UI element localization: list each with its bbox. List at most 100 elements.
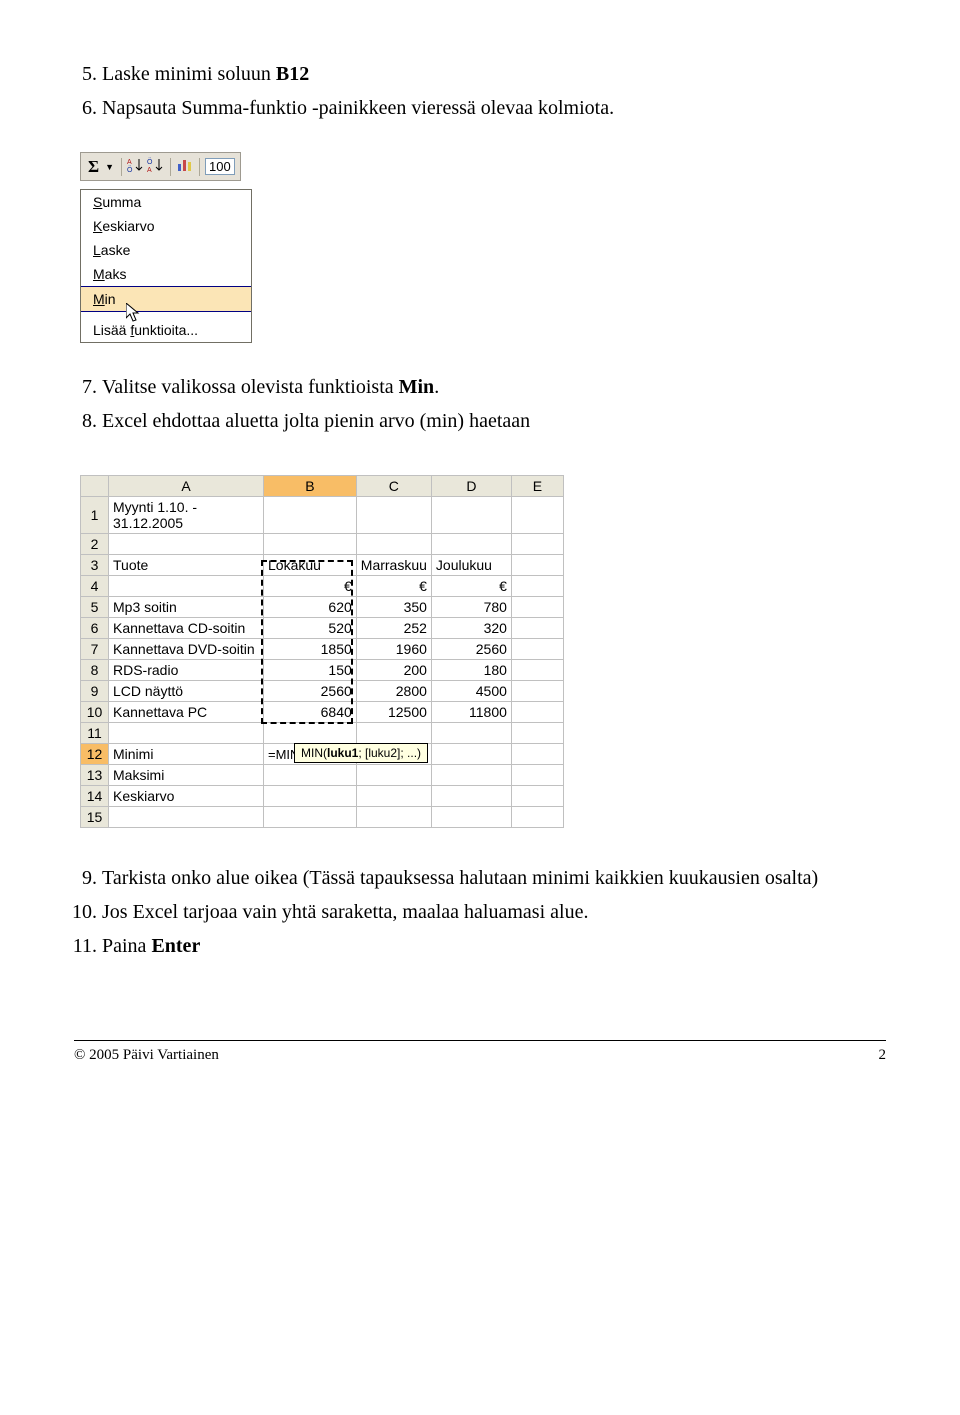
col-header[interactable]: A (109, 476, 264, 497)
sort-asc-icon[interactable]: AÖ (127, 156, 145, 177)
cell[interactable] (511, 639, 563, 660)
cell[interactable] (264, 497, 357, 534)
cell[interactable]: Joulukuu (431, 555, 511, 576)
row-header[interactable]: 9 (81, 681, 109, 702)
cell[interactable]: 2800 (356, 681, 431, 702)
cell[interactable]: Lokakuu (264, 555, 357, 576)
cell[interactable]: 180 (431, 660, 511, 681)
menu-item-min[interactable]: Min (81, 286, 251, 312)
cell[interactable]: Maksimi (109, 765, 264, 786)
cell[interactable] (511, 702, 563, 723)
cell[interactable]: 780 (431, 597, 511, 618)
row-header[interactable]: 12 (81, 744, 109, 765)
cell[interactable]: Keskiarvo (109, 786, 264, 807)
cell[interactable] (511, 786, 563, 807)
cell[interactable]: 620 (264, 597, 357, 618)
cell[interactable] (431, 497, 511, 534)
col-header[interactable]: D (431, 476, 511, 497)
menu-item-lis-funktioita-[interactable]: Lisää funktioita... (81, 318, 251, 342)
row-header[interactable]: 6 (81, 618, 109, 639)
row-header[interactable]: 14 (81, 786, 109, 807)
cell[interactable] (511, 597, 563, 618)
cell[interactable] (264, 765, 357, 786)
cell[interactable]: Tuote (109, 555, 264, 576)
cell[interactable]: Myynti 1.10. - 31.12.2005 (109, 497, 264, 534)
cell[interactable] (511, 660, 563, 681)
cell[interactable] (511, 807, 563, 828)
cell[interactable] (356, 765, 431, 786)
cell[interactable] (356, 723, 431, 744)
cell[interactable] (109, 534, 264, 555)
menu-item-laske[interactable]: Laske (81, 238, 251, 262)
cell[interactable] (511, 681, 563, 702)
cell[interactable]: 252 (356, 618, 431, 639)
cell[interactable] (264, 786, 357, 807)
cell[interactable] (511, 534, 563, 555)
cell[interactable] (511, 497, 563, 534)
row-header[interactable]: 3 (81, 555, 109, 576)
cell[interactable] (431, 765, 511, 786)
row-header[interactable]: 8 (81, 660, 109, 681)
row-header[interactable]: 1 (81, 497, 109, 534)
cell[interactable]: Kannettava DVD-soitin (109, 639, 264, 660)
dropdown-arrow-icon[interactable]: ▼ (103, 162, 116, 172)
chart-wizard-icon[interactable] (176, 156, 194, 177)
row-header[interactable]: 7 (81, 639, 109, 660)
row-header[interactable]: 2 (81, 534, 109, 555)
cell[interactable] (109, 723, 264, 744)
cell[interactable]: 150 (264, 660, 357, 681)
cell[interactable]: 520 (264, 618, 357, 639)
sort-desc-icon[interactable]: ÖA (147, 156, 165, 177)
row-header[interactable]: 10 (81, 702, 109, 723)
cell[interactable]: Marraskuu (356, 555, 431, 576)
cell[interactable]: Minimi (109, 744, 264, 765)
cell[interactable]: 200 (356, 660, 431, 681)
cell[interactable] (431, 807, 511, 828)
col-header[interactable]: C (356, 476, 431, 497)
cell[interactable] (511, 765, 563, 786)
menu-item-summa[interactable]: Summa (81, 190, 251, 214)
cell[interactable]: RDS-radio (109, 660, 264, 681)
cell[interactable] (511, 555, 563, 576)
cell[interactable] (431, 786, 511, 807)
cell[interactable]: € (431, 576, 511, 597)
cell[interactable]: € (356, 576, 431, 597)
cell[interactable] (431, 723, 511, 744)
col-header[interactable]: E (511, 476, 563, 497)
cell[interactable]: 2560 (264, 681, 357, 702)
cell[interactable] (264, 723, 357, 744)
cell[interactable]: LCD näyttö (109, 681, 264, 702)
cell[interactable] (109, 576, 264, 597)
cell[interactable]: 1960 (356, 639, 431, 660)
cell[interactable] (431, 744, 511, 765)
cell[interactable]: 4500 (431, 681, 511, 702)
cell[interactable]: € (264, 576, 357, 597)
menu-item-maks[interactable]: Maks (81, 262, 251, 286)
menu-item-keskiarvo[interactable]: Keskiarvo (81, 214, 251, 238)
cell[interactable] (109, 807, 264, 828)
cell[interactable] (511, 618, 563, 639)
cell[interactable]: 1850 (264, 639, 357, 660)
row-header[interactable]: 4 (81, 576, 109, 597)
cell[interactable]: 12500 (356, 702, 431, 723)
row-header[interactable]: 11 (81, 723, 109, 744)
cell[interactable]: 350 (356, 597, 431, 618)
cell[interactable] (511, 723, 563, 744)
cell[interactable] (511, 576, 563, 597)
row-header[interactable]: 5 (81, 597, 109, 618)
cell[interactable] (511, 744, 563, 765)
cell[interactable] (356, 534, 431, 555)
col-header-selected[interactable]: B (264, 476, 357, 497)
cell[interactable]: 320 (431, 618, 511, 639)
cell[interactable] (431, 534, 511, 555)
cell[interactable]: Mp3 soitin (109, 597, 264, 618)
cell[interactable] (356, 807, 431, 828)
cell[interactable] (356, 497, 431, 534)
cell[interactable] (264, 534, 357, 555)
cell[interactable]: 6840 (264, 702, 357, 723)
cell[interactable]: Kannettava CD-soitin (109, 618, 264, 639)
cell[interactable] (356, 786, 431, 807)
cell[interactable]: 11800 (431, 702, 511, 723)
cell[interactable]: Kannettava PC (109, 702, 264, 723)
cell[interactable]: 2560 (431, 639, 511, 660)
